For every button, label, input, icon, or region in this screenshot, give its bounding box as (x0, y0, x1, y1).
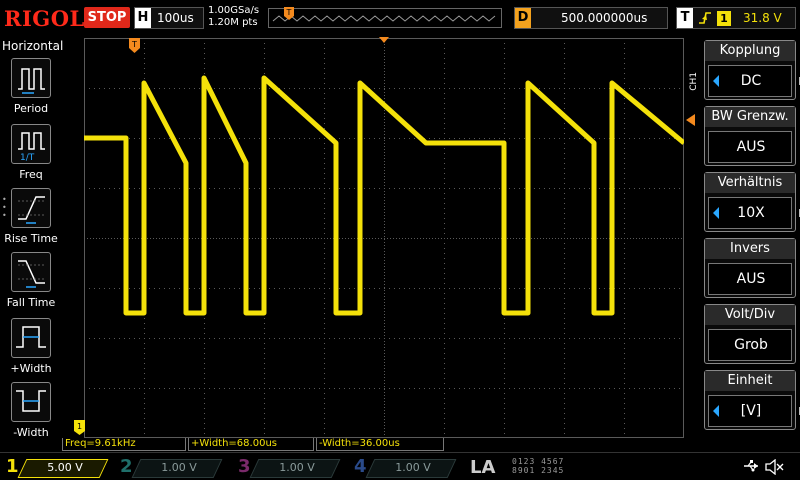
menu-volts-div-title: Volt/Div (705, 305, 795, 325)
channel-1-scale: 5.00 V (47, 461, 83, 474)
menu-bandwidth-limit-value-box: AUS (708, 131, 792, 163)
svg-text:T: T (286, 8, 292, 17)
channel-4-tab[interactable]: 4 1.00 V (348, 456, 460, 479)
measure-negative-width-label: -Width (13, 426, 49, 439)
menu-coupling-value-box: DC (708, 65, 792, 97)
sample-rate: 1.00GSa/s (208, 5, 260, 16)
menu-volts-div-value-box: Grob (708, 329, 792, 361)
menu-unit[interactable]: Einheit [V] (704, 370, 800, 430)
channel-3-scale: 1.00 V (279, 461, 315, 474)
trigger-level-marker-icon[interactable] (686, 114, 696, 126)
measure-period[interactable]: Period (0, 58, 62, 122)
period-icon (11, 58, 51, 98)
memory-overview-bar[interactable] (268, 8, 502, 28)
channel-bar: 1 5.00 V 2 1.00 V 3 1.00 V 4 1.00 V LA 0… (0, 452, 800, 480)
menu-volts-div-value: Grob (734, 337, 768, 353)
menu-invert-value-box: AUS (708, 263, 792, 295)
channel-4-scale: 1.00 V (395, 461, 431, 474)
svg-text:1: 1 (77, 422, 82, 431)
menu-unit-title: Einheit (705, 371, 795, 391)
menu-coupling-value: DC (740, 73, 762, 89)
measure-fall-time[interactable]: Fall Time (0, 252, 62, 316)
trigger-level: 31.8 V (743, 11, 782, 25)
measure-period-label: Period (13, 102, 49, 115)
measure-rise-time[interactable]: Rise Time (0, 188, 62, 252)
channel-1-number: 1 (6, 456, 19, 477)
run-stop-status[interactable]: STOP (84, 7, 130, 28)
delay-box[interactable]: D 500.000000us (514, 7, 668, 29)
delay-letter: D (515, 8, 531, 28)
menu-probe-ratio-value-box: 10X (708, 197, 792, 229)
measure-panel: Horizontal Period 1/T Freq • • • Rise Ti… (0, 36, 64, 456)
measure-negative-width[interactable]: -Width (0, 382, 62, 446)
speaker-muted-icon[interactable] (764, 459, 784, 475)
measurement-freq[interactable]: Freq=9.61kHz (62, 438, 186, 451)
menu-invert-value: AUS (736, 271, 766, 287)
svg-text:T: T (131, 40, 137, 49)
logic-analyzer-row-2: 8901 2345 (512, 466, 565, 475)
rising-edge-icon (699, 12, 711, 24)
measure-freq[interactable]: 1/T Freq (0, 124, 62, 188)
menu-unit-value-box: [V] (708, 395, 792, 427)
menu-coupling-title: Kopplung (705, 41, 795, 61)
horizontal-scale-value: 100us (157, 11, 194, 25)
menu-probe-ratio[interactable]: Verhältnis 10X (704, 172, 800, 232)
acquisition-info: 1.00GSa/s 1.20M pts (208, 5, 259, 29)
measure-panel-title: Horizontal (2, 39, 64, 53)
logic-analyzer-channels[interactable]: 0123 4567 8901 2345 (512, 457, 564, 475)
menu-bandwidth-limit[interactable]: BW Grenzw. AUS (704, 106, 796, 166)
fall-time-icon (11, 252, 51, 292)
waveform-svg (84, 38, 684, 438)
trigger-time-marker-icon: T (129, 38, 140, 53)
usb-icon (744, 460, 758, 472)
trigger-position-marker-icon: T (284, 7, 294, 20)
channel-2-number: 2 (120, 456, 133, 477)
channel-2-tab[interactable]: 2 1.00 V (114, 456, 226, 479)
trigger-box[interactable]: T 1 31.8 V (676, 7, 796, 29)
channel-menu: Kopplung DC BW Grenzw. AUS Verhältnis 10… (700, 36, 800, 456)
memory-overview-waveform (272, 15, 496, 22)
horizontal-letter: H (135, 8, 151, 28)
menu-invert-title: Invers (705, 239, 795, 259)
delay-value: 500.000000us (561, 11, 648, 25)
brand-logo: RIGOL (4, 6, 85, 31)
memory-depth: 1.20M pts (208, 17, 258, 28)
svg-text:1/T: 1/T (20, 153, 35, 163)
measure-fall-time-label: Fall Time (6, 296, 56, 309)
menu-coupling[interactable]: Kopplung DC (704, 40, 800, 100)
frequency-icon: 1/T (11, 124, 51, 164)
measure-positive-width[interactable]: +Width (0, 318, 62, 382)
channel-1-tab[interactable]: 1 5.00 V (0, 456, 112, 479)
negative-width-icon (11, 382, 51, 422)
menu-bandwidth-limit-value: AUS (736, 139, 766, 155)
horizontal-scale-box[interactable]: H 100us (134, 7, 204, 29)
waveform-display[interactable] (84, 38, 684, 438)
measurement-positive-width[interactable]: +Width=68.00us (188, 438, 314, 451)
measure-rise-time-label: Rise Time (4, 232, 58, 245)
trigger-source: 1 (717, 11, 731, 26)
channel-3-tab[interactable]: 3 1.00 V (232, 456, 344, 479)
channel-3-number: 3 (238, 456, 251, 477)
menu-invert[interactable]: Invers AUS (704, 238, 796, 298)
measurement-negative-width[interactable]: -Width=36.00us (316, 438, 444, 451)
menu-volts-div[interactable]: Volt/Div Grob (704, 304, 796, 364)
positive-width-icon (11, 318, 51, 358)
channel-4-number: 4 (354, 456, 367, 477)
top-status-bar: RIGOL STOP H 100us 1.00GSa/s 1.20M pts T… (0, 0, 800, 36)
menu-bandwidth-limit-title: BW Grenzw. (705, 107, 795, 127)
center-marker-icon (379, 37, 389, 43)
menu-probe-ratio-value: 10X (737, 205, 765, 221)
measure-positive-width-label: +Width (10, 362, 52, 375)
rise-time-icon (11, 188, 51, 228)
menu-probe-ratio-title: Verhältnis (705, 173, 795, 193)
channel-2-scale: 1.00 V (161, 461, 197, 474)
menu-unit-value: [V] (740, 403, 762, 419)
channel1-ground-marker-icon[interactable]: 1 (73, 420, 87, 436)
trigger-letter: T (677, 8, 693, 28)
logic-analyzer-label[interactable]: LA (470, 457, 495, 478)
measure-freq-label: Freq (19, 168, 43, 181)
logic-analyzer-row-1: 0123 4567 (512, 457, 565, 466)
